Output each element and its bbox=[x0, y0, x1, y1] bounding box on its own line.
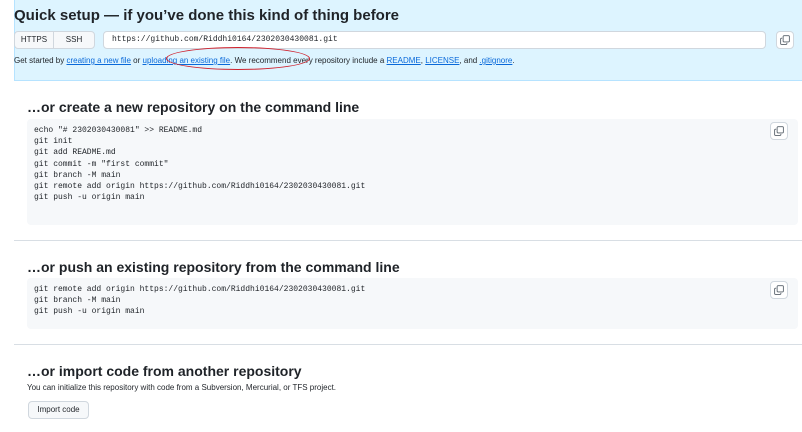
new-repo-title: …or create a new repository on the comma… bbox=[27, 99, 360, 115]
intro-text: . bbox=[512, 56, 515, 65]
section-divider bbox=[14, 240, 802, 241]
copy-icon bbox=[774, 285, 784, 295]
copy-new-repo-code-button[interactable] bbox=[770, 122, 788, 140]
import-code-button[interactable]: Import code bbox=[28, 401, 89, 419]
quick-setup-title: Quick setup — if you’ve done this kind o… bbox=[14, 7, 400, 24]
gitignore-link[interactable]: .gitignore bbox=[479, 56, 512, 65]
section-divider bbox=[14, 344, 802, 345]
copy-icon bbox=[774, 126, 784, 136]
creating-new-file-link[interactable]: creating a new file bbox=[66, 56, 130, 65]
clone-url-input[interactable]: https://github.com/Riddhi0164/2302030430… bbox=[103, 31, 766, 49]
uploading-existing-file-link[interactable]: uploading an existing file bbox=[143, 56, 231, 65]
import-title: …or import code from another repository bbox=[27, 363, 302, 379]
license-link[interactable]: LICENSE bbox=[425, 56, 459, 65]
push-existing-code-block: git remote add origin https://github.com… bbox=[27, 278, 798, 329]
copy-clone-url-button[interactable] bbox=[776, 31, 794, 49]
new-repo-code-block: echo "# 2302030430081" >> README.md git … bbox=[27, 119, 798, 225]
copy-push-existing-code-button[interactable] bbox=[770, 281, 788, 299]
get-started-text: Get started by creating a new file or up… bbox=[14, 56, 515, 65]
new-repo-code: echo "# 2302030430081" >> README.md git … bbox=[34, 126, 366, 203]
copy-icon bbox=[780, 35, 790, 45]
intro-text: , and bbox=[459, 56, 480, 65]
ssh-toggle-button[interactable]: SSH bbox=[53, 31, 95, 49]
push-existing-code: git remote add origin https://github.com… bbox=[34, 285, 366, 317]
intro-text: Get started by bbox=[14, 56, 67, 65]
readme-link[interactable]: README bbox=[387, 56, 421, 65]
intro-text: . We recommend every repository include … bbox=[230, 56, 387, 65]
intro-text: or bbox=[130, 56, 143, 65]
https-toggle-button[interactable]: HTTPS bbox=[14, 31, 54, 49]
push-existing-title: …or push an existing repository from the… bbox=[27, 259, 400, 275]
import-description: You can initialize this repository with … bbox=[27, 383, 337, 392]
